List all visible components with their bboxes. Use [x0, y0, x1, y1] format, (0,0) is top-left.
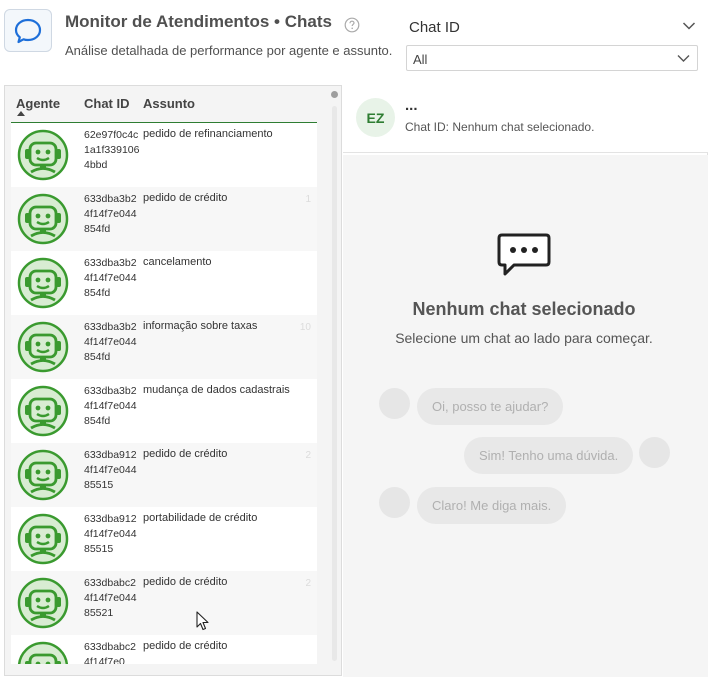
- chat-id-cell: 633dbabc24f14f7e04485521: [84, 577, 137, 619]
- chat-list-panel: Agente Chat ID Assunto 62e97f0c4c1a1f339…: [4, 85, 342, 676]
- ghost-message: Sim! Tenho uma dúvida.: [464, 437, 634, 474]
- chat-list: 62e97f0c4c1a1f3391064bbd pedido de refin…: [11, 123, 317, 664]
- empty-state-title: Nenhum chat selecionado: [412, 299, 636, 319]
- empty-state-subtitle: Selecione um chat ao lado para começar.: [395, 330, 653, 346]
- chat-header: EZ ... Chat ID: Nenhum chat selecionado.: [343, 87, 708, 153]
- chat-id-label: Chat ID: Nenhum chat selecionado.: [405, 120, 595, 134]
- sort-ascending-icon: [17, 111, 25, 116]
- assunto-cell: pedido de crédito: [143, 576, 228, 588]
- ghost-avatar: [379, 487, 410, 518]
- robot-headset-icon: [17, 385, 69, 437]
- avatar: EZ: [356, 98, 395, 137]
- chat-id-cell: 633dba3b24f14f7e044854fd: [84, 193, 137, 235]
- chevron-down-icon: [677, 55, 690, 62]
- page-title: Monitor de Atendimentos • Chats: [65, 12, 332, 31]
- ghost-message: Claro! Me diga mais.: [417, 487, 567, 524]
- assunto-cell: informação sobre taxas: [143, 320, 258, 332]
- robot-headset-icon: [17, 129, 69, 181]
- table-row[interactable]: 633dba9124f14f7e04485515 pedido de crédi…: [11, 443, 317, 507]
- chevron-down-icon[interactable]: [682, 21, 696, 31]
- chat-id-cell: 62e97f0c4c1a1f3391064bbd: [84, 129, 140, 171]
- chat-body: Nenhum chat selecionado Selecione um cha…: [343, 155, 708, 677]
- assunto-cell: cancelamento: [143, 256, 212, 268]
- chat-id-cell: 633dba3b24f14f7e044854fd: [84, 257, 137, 299]
- column-header-chat-id[interactable]: Chat ID: [84, 96, 130, 111]
- assunto-cell: pedido de refinanciamento: [143, 128, 273, 140]
- table-row[interactable]: 62e97f0c4c1a1f3391064bbd pedido de refin…: [11, 123, 317, 187]
- table-row[interactable]: 633dba3b24f14f7e044854fd pedido de crédi…: [11, 187, 317, 251]
- app-logo: [4, 9, 52, 52]
- robot-headset-icon: [17, 193, 69, 245]
- robot-headset-icon: [17, 641, 69, 664]
- table-header: Agente Chat ID Assunto: [11, 86, 317, 123]
- table-row[interactable]: 633dba9124f14f7e04485515 portabilidade d…: [11, 507, 317, 571]
- table-row[interactable]: 633dbabc24f14f7e0 pedido de crédito: [11, 635, 317, 664]
- row-faint-value: 2: [305, 578, 311, 589]
- row-faint-value: 1: [305, 194, 311, 205]
- scrollbar-handle[interactable]: [331, 91, 338, 98]
- page-subtitle: Análise detalhada de performance por age…: [65, 43, 393, 58]
- assunto-cell: pedido de crédito: [143, 192, 228, 204]
- assunto-cell: pedido de crédito: [143, 448, 228, 460]
- table-row[interactable]: 633dba3b24f14f7e044854fd cancelamento: [11, 251, 317, 315]
- robot-headset-icon: [17, 513, 69, 565]
- robot-headset-icon: [17, 257, 69, 309]
- column-header-agente[interactable]: Agente: [16, 96, 60, 111]
- scrollbar-track[interactable]: [332, 106, 337, 661]
- chat-dots-icon: [497, 233, 551, 276]
- row-faint-value: 10: [299, 322, 311, 333]
- table-row[interactable]: 633dba3b24f14f7e044854fd informação sobr…: [11, 315, 317, 379]
- assunto-cell: mudança de dados cadastrais: [143, 384, 290, 396]
- robot-headset-icon: [17, 577, 69, 629]
- chat-id-filter-label: Chat ID: [409, 19, 460, 36]
- assunto-cell: portabilidade de crédito: [143, 512, 258, 524]
- chat-id-select-value: All: [413, 52, 428, 67]
- table-row[interactable]: 633dbabc24f14f7e04485521 pedido de crédi…: [11, 571, 317, 635]
- chat-contact-name: ...: [405, 97, 418, 114]
- chat-id-select[interactable]: All: [406, 45, 698, 71]
- question-circle-icon[interactable]: [344, 17, 360, 33]
- chat-id-cell: 633dba3b24f14f7e044854fd: [84, 321, 137, 363]
- chat-bubble-icon: [14, 18, 42, 43]
- ghost-avatar: [639, 437, 670, 468]
- robot-headset-icon: [17, 449, 69, 501]
- chat-id-cell: 633dbabc24f14f7e0: [84, 641, 136, 664]
- mouse-cursor-icon: [196, 611, 209, 631]
- table-row[interactable]: 633dba3b24f14f7e044854fd mudança de dado…: [11, 379, 317, 443]
- robot-headset-icon: [17, 321, 69, 373]
- ghost-message: Oi, posso te ajudar?: [417, 388, 564, 425]
- chat-id-cell: 633dba3b24f14f7e044854fd: [84, 385, 137, 427]
- chat-panel: EZ ... Chat ID: Nenhum chat selecionado.…: [343, 87, 708, 677]
- chat-id-cell: 633dba9124f14f7e04485515: [84, 513, 137, 555]
- chat-id-cell: 633dba9124f14f7e04485515: [84, 449, 137, 491]
- ghost-avatar: [379, 388, 410, 419]
- assunto-cell: pedido de crédito: [143, 640, 228, 652]
- row-faint-value: 2: [305, 450, 311, 461]
- column-header-assunto[interactable]: Assunto: [143, 96, 195, 111]
